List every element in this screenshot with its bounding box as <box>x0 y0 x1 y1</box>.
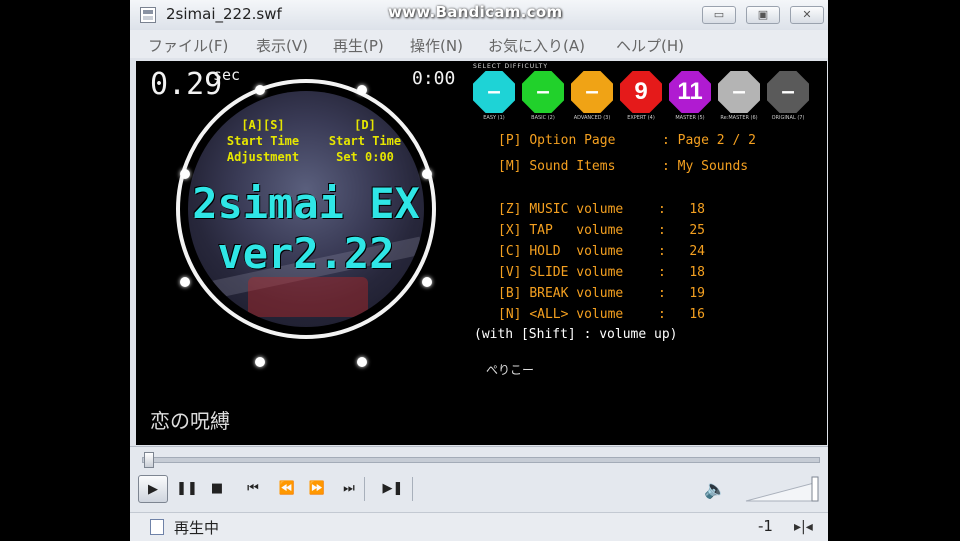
song-timer: 0:00 <box>412 68 456 89</box>
next-track-button[interactable]: ⏭ <box>334 475 364 503</box>
menu-view[interactable]: 表示(V) <box>256 35 308 56</box>
volume-value: : 24 <box>658 244 705 259</box>
chart-comment: ぺりこー <box>486 363 535 377</box>
volume-shift-note: (with [Shift] : volume up) <box>474 327 678 342</box>
volume-row: [V] SLIDE volume <box>498 265 624 280</box>
minimize-button[interactable]: ▭ <box>702 6 736 24</box>
ring-marker <box>357 85 367 95</box>
speaker-icon[interactable]: 🔈 <box>704 479 728 501</box>
difficulty-badge[interactable]: – <box>522 71 564 113</box>
title-bar: 2simai_222.swf www.Bandicam.com ▭ ▣ ✕ <box>130 0 828 31</box>
maximize-button[interactable]: ▣ <box>746 6 780 24</box>
fast-forward-button[interactable]: ⏩ <box>302 475 332 503</box>
option-page-value: : Page 2 / 2 <box>662 133 756 148</box>
status-bar: 再生中 -1 ▸|◂ <box>130 512 828 541</box>
seek-thumb[interactable] <box>144 452 154 468</box>
flash-stage[interactable]: 0.29 sec 0:00 [A][S] Start Time Adjustme… <box>136 61 827 445</box>
volume-value: : 19 <box>658 286 705 301</box>
volume-slider[interactable] <box>744 475 822 503</box>
player-controls: ▶ ❚❚ ■ ⏮ ⏪ ⏩ ⏭ ▶❚ 🔈 <box>130 446 828 513</box>
menu-help[interactable]: ヘルプ(H) <box>616 35 684 56</box>
ring-marker <box>255 85 265 95</box>
seek-bar[interactable] <box>142 457 820 463</box>
volume-row: [N] <ALL> volume <box>498 307 624 322</box>
menu-control[interactable]: 操作(N) <box>410 35 463 56</box>
volume-value: : 18 <box>658 265 705 280</box>
hint-start-reset: [D] Start Time Set 0:00 <box>328 118 402 164</box>
volume-value: : 25 <box>658 223 705 238</box>
ring-marker <box>357 357 367 367</box>
difficulty-badge[interactable]: 9 <box>620 71 662 113</box>
stop-button[interactable]: ■ <box>202 475 232 503</box>
volume-row: [Z] MUSIC volume <box>498 202 624 217</box>
pause-button[interactable]: ❚❚ <box>172 475 202 503</box>
playback-status: 再生中 <box>174 519 220 537</box>
volume-value: : 18 <box>658 202 705 217</box>
difficulty-caption: BASIC (2) <box>531 115 555 121</box>
elapsed-seconds: 0.29 <box>150 67 223 102</box>
difficulty-badge[interactable]: – <box>767 71 809 113</box>
close-button[interactable]: ✕ <box>790 6 824 24</box>
prev-track-button[interactable]: ⏮ <box>238 475 268 503</box>
ring-marker <box>255 357 265 367</box>
option-page-row: [P] Option Page <box>498 133 616 148</box>
volume-value: : 16 <box>658 307 705 322</box>
frame-step-button[interactable]: ▶❚ <box>378 475 408 503</box>
window-title: 2simai_222.swf <box>166 5 282 23</box>
volume-row: [X] TAP volume <box>498 223 624 238</box>
sound-items-value: : My Sounds <box>662 159 749 174</box>
game-title: 2simai EX ver2.22 <box>192 179 420 278</box>
recording-watermark: www.Bandicam.com <box>388 3 563 21</box>
ring-marker <box>180 169 190 179</box>
difficulty-caption: Re:MASTER (6) <box>720 115 758 121</box>
difficulty-caption: EASY (1) <box>483 115 505 121</box>
song-title: 恋の呪縛 <box>150 409 230 433</box>
app-window: 2simai_222.swf www.Bandicam.com ▭ ▣ ✕ ファ… <box>130 0 828 541</box>
difficulty-badge[interactable]: 11 <box>669 71 711 113</box>
control-separator <box>364 477 365 501</box>
play-button[interactable]: ▶ <box>138 475 168 503</box>
resize-icon: ▸|◂ <box>794 519 813 535</box>
sound-items-row: [M] Sound Items <box>498 159 616 174</box>
difficulty-header: SELECT DIFFICULTY <box>473 63 548 70</box>
hint-start-adjust: [A][S] Start Time Adjustment <box>226 118 300 164</box>
difficulty-badge[interactable]: – <box>473 71 515 113</box>
difficulty-caption: ORIGINAL (7) <box>771 115 805 121</box>
menu-play[interactable]: 再生(P) <box>333 35 384 56</box>
difficulty-caption: MASTER (5) <box>675 115 705 121</box>
volume-row: [B] BREAK volume <box>498 286 624 301</box>
difficulty-caption: ADVANCED (3) <box>573 115 611 121</box>
app-icon <box>140 7 156 23</box>
status-counter: -1 <box>758 517 773 535</box>
menu-file[interactable]: ファイル(F) <box>148 35 228 56</box>
difficulty-badge[interactable]: – <box>571 71 613 113</box>
difficulty-badge[interactable]: – <box>718 71 760 113</box>
elapsed-unit: sec <box>213 66 241 84</box>
volume-row: [C] HOLD volume <box>498 244 624 259</box>
menu-favorites[interactable]: お気に入り(A) <box>488 35 585 56</box>
difficulty-caption: EXPERT (4) <box>627 115 655 121</box>
rewind-button[interactable]: ⏪ <box>272 475 302 503</box>
menu-bar: ファイル(F) 表示(V) 再生(P) 操作(N) お気に入り(A) ヘルプ(H… <box>130 30 828 58</box>
document-icon <box>150 519 164 535</box>
ring-marker <box>422 169 432 179</box>
control-separator <box>412 477 413 501</box>
